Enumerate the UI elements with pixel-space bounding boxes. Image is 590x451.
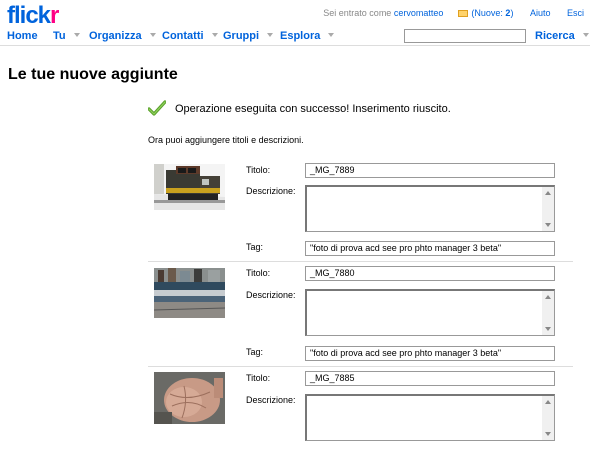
nav-esplora[interactable]: Esplora [280,30,335,42]
username-link[interactable]: cervomatteo [394,8,444,18]
scroll-up-icon[interactable] [545,295,551,299]
description-textarea[interactable] [305,394,555,441]
nav-bar: Home Tu Organizza Contatti Gruppi Esplor… [0,27,590,46]
scroll-down-icon[interactable] [545,327,551,331]
title-input[interactable]: _MG_7889 [305,163,555,178]
scroll-down-icon[interactable] [545,223,551,227]
row-divider [148,261,573,262]
nav-gruppi[interactable]: Gruppi [223,30,274,42]
tags-label: Tag: [246,347,264,357]
page-title: Le tue nuove aggiunte [8,66,178,83]
new-mail-link[interactable]: (Nuove: 2) [471,8,513,18]
scroll-up-icon[interactable] [545,191,551,195]
chevron-down-icon[interactable] [582,33,589,37]
tags-input[interactable]: "foto di prova acd see pro phto manager … [305,241,555,256]
nav-home[interactable]: Home [7,30,38,42]
title-input[interactable]: _MG_7885 [305,371,555,386]
signed-in-label: Sei entrato come [323,8,392,18]
nav-organizza[interactable]: Organizza [89,30,156,42]
photo-row: Titolo: _MG_7889 Descrizione: Tag: "foto… [148,160,573,262]
checkmark-icon [148,100,166,116]
chevron-down-icon[interactable] [211,33,218,37]
photo-row: Titolo: _MG_7885 Descrizione: [148,368,573,451]
textarea-scrollbar[interactable] [542,187,554,231]
train-station-thumbnail[interactable] [154,268,225,318]
account-bar: Sei entrato come cervomatteo (Nuove: 2) … [323,8,590,18]
nav-tu[interactable]: Tu [53,30,80,42]
row-divider [148,366,573,367]
description-label: Descrizione: [246,186,296,196]
scroll-down-icon[interactable] [545,432,551,436]
title-label: Titolo: [246,373,271,383]
train-locomotive-thumbnail[interactable] [154,164,225,210]
title-label: Titolo: [246,165,271,175]
scroll-up-icon[interactable] [545,400,551,404]
textarea-scrollbar[interactable] [542,396,554,440]
chevron-down-icon[interactable] [328,33,335,37]
chevron-down-icon[interactable] [73,33,80,37]
chevron-down-icon[interactable] [149,33,156,37]
search-input[interactable] [404,29,526,43]
success-message: Operazione eseguita con successo! Inseri… [175,103,451,115]
description-textarea[interactable] [305,185,555,232]
description-label: Descrizione: [246,395,296,405]
tags-input[interactable]: "foto di prova acd see pro phto manager … [305,346,555,361]
photo-row: Titolo: _MG_7880 Descrizione: Tag: "foto… [148,263,573,367]
chevron-down-icon[interactable] [267,33,274,37]
logout-link[interactable]: Esci [567,8,584,18]
nav-contatti[interactable]: Contatti [162,30,218,42]
flickr-logo[interactable]: flickr [7,2,59,30]
title-label: Titolo: [246,268,271,278]
description-textarea[interactable] [305,289,555,336]
mail-icon[interactable] [458,10,469,17]
help-link[interactable]: Aiuto [530,8,551,18]
description-label: Descrizione: [246,290,296,300]
top-bar: flickr Sei entrato come cervomatteo (Nuo… [0,0,590,30]
tags-label: Tag: [246,242,264,252]
intro-text: Ora puoi aggiungere titoli e descrizioni… [148,135,304,145]
textarea-scrollbar[interactable] [542,291,554,335]
hand-palm-thumbnail[interactable] [154,372,225,424]
search-button[interactable]: Ricerca [535,30,589,42]
title-input[interactable]: _MG_7880 [305,266,555,281]
